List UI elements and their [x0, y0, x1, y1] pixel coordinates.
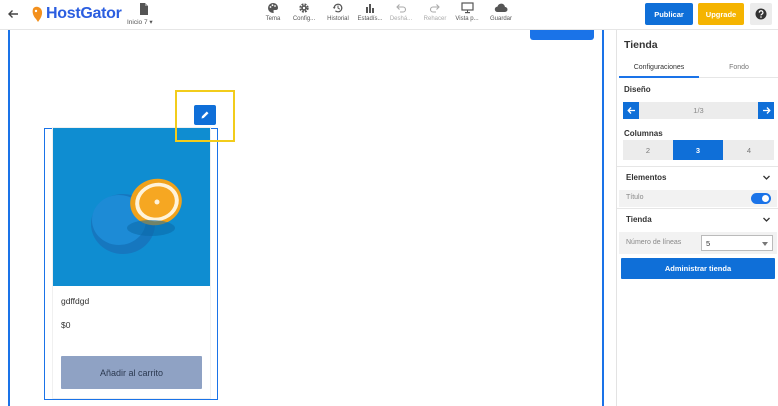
undo-icon: [396, 4, 407, 13]
columns-selector: 2 3 4: [623, 140, 774, 160]
manage-store-button[interactable]: Administrar tienda: [621, 258, 775, 279]
title-toggle[interactable]: [751, 193, 771, 204]
toolbar-redo-label: Rehacer: [423, 16, 447, 22]
page-selector[interactable]: Inicio 7 ▾: [126, 2, 164, 28]
top-toolbar: HostGator Inicio 7 ▾ Tema Config... Hist…: [0, 0, 778, 30]
edit-button[interactable]: [194, 105, 216, 125]
cloud-icon: [494, 3, 508, 12]
hostgator-logo: HostGator: [30, 5, 122, 23]
chevron-down-icon: [763, 175, 770, 180]
toolbar-history-label: Historial: [327, 16, 349, 22]
back-arrow-icon[interactable]: [6, 7, 20, 21]
gator-logo-icon: [32, 6, 43, 22]
pencil-icon: [201, 111, 209, 119]
gear-icon: [299, 3, 309, 13]
toolbar-undo[interactable]: Deshá...: [389, 2, 413, 28]
toolbar-config-label: Config...: [292, 16, 316, 22]
lines-row: Número de líneas 5: [619, 232, 777, 254]
elements-label: Elementos: [626, 173, 667, 182]
section-floating-toolbar[interactable]: [530, 30, 594, 40]
store-accordion[interactable]: Tienda: [617, 209, 778, 230]
publish-button[interactable]: Publicar: [645, 3, 693, 25]
monitor-icon: [460, 2, 474, 14]
toolbar-history[interactable]: Historial: [325, 2, 351, 28]
toolbar-redo[interactable]: Rehacer: [421, 2, 449, 28]
arrow-right-icon: [762, 107, 771, 114]
help-button[interactable]: [750, 3, 772, 25]
columns-option-2[interactable]: 2: [623, 140, 673, 160]
panel-tabs: Configuraciones Fondo: [619, 58, 778, 78]
dropdown-caret-icon: [762, 242, 768, 246]
orange-illustration-icon: [53, 128, 210, 286]
product-card[interactable]: gdffdgd $0 Añadir al carrito: [53, 128, 210, 398]
lines-select[interactable]: 5: [701, 235, 773, 251]
product-price: $0: [61, 320, 71, 330]
add-to-cart-button[interactable]: Añadir al carrito: [61, 356, 202, 389]
columns-label: Columnas: [624, 129, 663, 138]
design-page-indicator: 1/3: [693, 106, 704, 115]
toolbar-preview-label: Vista p...: [455, 16, 479, 22]
lines-select-value: 5: [706, 239, 711, 248]
elements-accordion[interactable]: Elementos: [617, 167, 778, 188]
history-icon: [332, 3, 343, 13]
store-label: Tienda: [626, 215, 652, 224]
columns-option-3[interactable]: 3: [673, 140, 723, 160]
toolbar-preview[interactable]: Vista p...: [454, 2, 480, 28]
design-next-button[interactable]: [758, 102, 774, 119]
columns-option-4[interactable]: 4: [724, 140, 774, 160]
palette-icon: [268, 3, 279, 13]
product-image: [53, 128, 210, 286]
product-name: gdffdgd: [61, 296, 90, 306]
redo-icon: [429, 4, 440, 13]
title-toggle-row: Título: [619, 190, 777, 207]
toolbar-save[interactable]: Guardar: [487, 2, 515, 28]
bar-chart-icon: [366, 4, 374, 13]
document-icon: [140, 3, 148, 15]
toolbar-config[interactable]: Config...: [290, 2, 318, 28]
title-toggle-label: Título: [626, 194, 644, 201]
help-icon: [755, 8, 767, 20]
arrow-left-icon: [626, 107, 635, 114]
toolbar-save-label: Guardar: [489, 16, 512, 22]
tab-fondo[interactable]: Fondo: [699, 58, 778, 78]
toolbar-stats[interactable]: Estadís...: [356, 2, 384, 28]
toolbar-stats-label: Estadís...: [357, 16, 383, 22]
settings-panel: Tienda Configuraciones Fondo Diseño 1/3 …: [616, 30, 778, 406]
toolbar-theme[interactable]: Tema: [262, 2, 284, 28]
panel-title: Tienda: [624, 39, 658, 51]
toolbar-undo-label: Deshá...: [389, 16, 413, 22]
lines-label: Número de líneas: [626, 239, 682, 246]
tab-configuraciones[interactable]: Configuraciones: [619, 58, 699, 78]
upgrade-button[interactable]: Upgrade: [698, 3, 744, 25]
design-prev-button[interactable]: [623, 102, 639, 119]
design-pager: 1/3: [623, 102, 774, 119]
page-selector-label: Inicio 7 ▾: [127, 19, 153, 26]
logo-text: HostGator: [46, 5, 122, 22]
toolbar-theme-label: Tema: [265, 16, 281, 22]
editor-canvas[interactable]: gdffdgd $0 Añadir al carrito: [0, 30, 612, 406]
design-label: Diseño: [624, 85, 651, 94]
chevron-down-icon: [763, 217, 770, 222]
